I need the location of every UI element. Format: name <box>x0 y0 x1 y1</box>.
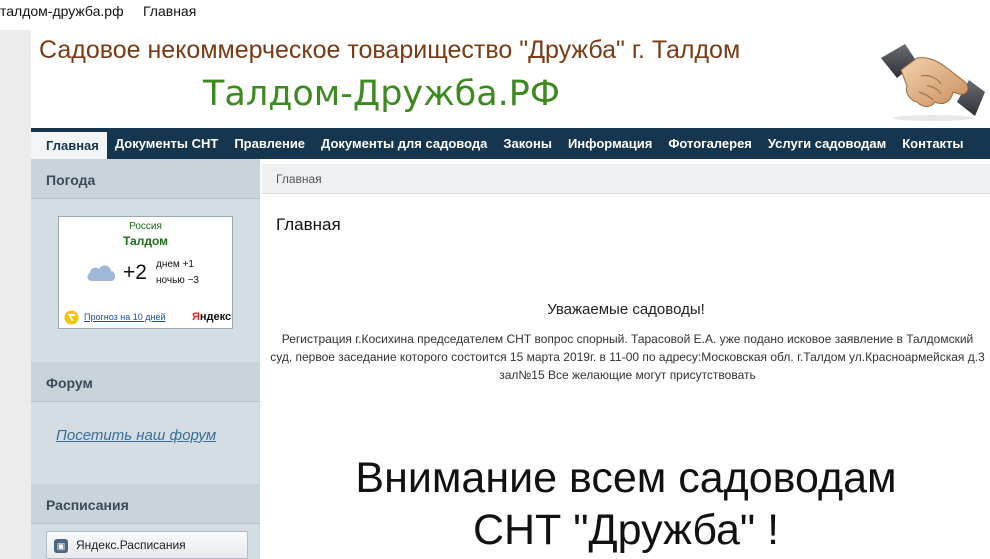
page-title: Главная <box>276 215 341 234</box>
nav-item-laws[interactable]: Законы <box>495 128 560 159</box>
yandex-schedule-button[interactable]: ▣ Яндекс.Расписания <box>46 531 248 559</box>
weather-widget[interactable]: Россия Талдом +2 днем +1 ночью −3 Прогно… <box>58 216 233 329</box>
weather-day-temp: днем +1 <box>156 259 194 270</box>
nav-item-services[interactable]: Услуги садоводам <box>760 128 894 159</box>
nav-item-gardener-documents[interactable]: Документы для садовода <box>313 128 495 159</box>
weather-heading: Погода <box>31 159 260 199</box>
attention-line-1: Внимание всем садоводам <box>355 454 897 502</box>
nav-item-contacts[interactable]: Контакты <box>894 128 971 159</box>
sidebar: Погода Россия Талдом +2 днем +1 ночью −3… <box>31 159 260 559</box>
weather-night-temp: ночью −3 <box>156 275 199 286</box>
site-title: Садовое некоммерческое товарищество "Дру… <box>39 36 741 64</box>
current-page-text: Главная <box>143 3 197 19</box>
weather-city: Талдом <box>123 234 168 248</box>
site-domain-text: талдом-дружба.рф <box>0 3 124 19</box>
weather-country: Россия <box>129 221 162 232</box>
forecast-10-days-link[interactable]: Прогноз на 10 дней <box>84 312 166 322</box>
schedule-heading: Расписания <box>31 484 260 524</box>
attention-banner: Внимание всем садоводам СНТ "Дружба" ! <box>262 452 990 556</box>
train-icon: ▣ <box>54 539 68 553</box>
yandex-logo-first-letter: Я <box>192 311 200 323</box>
main-navigation: Главная Документы СНТ Правление Документ… <box>31 128 990 159</box>
weather-temperature: +2 <box>123 261 147 284</box>
nav-item-snt-documents[interactable]: Документы СНТ <box>107 128 226 159</box>
forum-link[interactable]: Посетить наш форум <box>56 427 216 444</box>
left-gutter <box>0 30 31 559</box>
yandex-logo: Яндекс <box>192 311 231 323</box>
yandex-logo-rest: ндекс <box>199 311 232 323</box>
yandex-schedule-label: Яндекс.Расписания <box>76 538 186 552</box>
breadcrumb-item-home[interactable]: Главная <box>276 172 322 186</box>
yandex-weather-icon <box>64 310 79 325</box>
site-domain-heading[interactable]: Талдом-Дружба.РФ <box>203 74 560 114</box>
nav-item-information[interactable]: Информация <box>560 128 660 159</box>
announcement-text: Регистрация г.Косихина председателем СНТ… <box>270 332 985 382</box>
nav-item-photo-gallery[interactable]: Фотогалерея <box>660 128 760 159</box>
browser-title-strip: талдом-дружба.рф Главная <box>0 0 990 24</box>
nav-item-board[interactable]: Правление <box>226 128 313 159</box>
greeting-text: Уважаемые садоводы! <box>547 301 705 318</box>
nav-item-home[interactable]: Главная <box>31 128 107 159</box>
attention-line-2: СНТ "Дружба" ! <box>472 506 780 554</box>
forum-heading: Форум <box>31 362 260 402</box>
breadcrumb: Главная <box>262 164 990 194</box>
site-header: Садовое некоммерческое товарищество "Дру… <box>31 30 990 128</box>
cloud-icon <box>87 265 116 281</box>
handshake-icon <box>881 44 985 121</box>
